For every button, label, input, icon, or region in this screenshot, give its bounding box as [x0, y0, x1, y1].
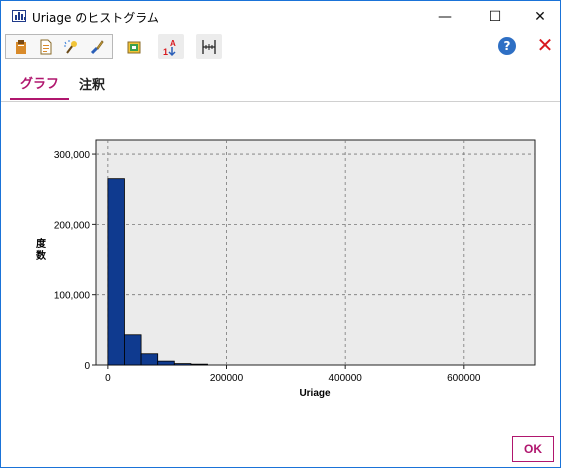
- x-axis-label: Uriage: [299, 388, 331, 399]
- y-tick-label: 300,000: [54, 150, 91, 161]
- tab-graph[interactable]: グラフ: [10, 67, 70, 100]
- x-tick-label: 600000: [447, 373, 481, 384]
- window-title: Uriage のヒストグラム: [32, 11, 159, 25]
- tab-bar: グラフ 注釈: [1, 67, 560, 102]
- svg-text:A: A: [170, 39, 176, 48]
- brush-icon[interactable]: [85, 35, 109, 59]
- edit-tool-group: [5, 34, 113, 59]
- help-icon[interactable]: ?: [498, 37, 516, 55]
- y-tick-label: 0: [84, 361, 90, 372]
- y-tick-label: 100,000: [54, 291, 91, 302]
- ok-button[interactable]: OK: [512, 436, 554, 462]
- x-tick-label: 400000: [328, 373, 362, 384]
- histogram-bar: [140, 353, 159, 366]
- x-tick-label: 0: [105, 373, 111, 384]
- y-tick-label: 200,000: [54, 220, 91, 231]
- tab-notes[interactable]: 注釈: [69, 67, 115, 100]
- x-tick-label: 200000: [210, 373, 244, 384]
- histogram-chart: 0 200000 400000 600000 0 100,000 200,000 300,00…: [36, 139, 536, 399]
- histogram-bar: [173, 363, 192, 366]
- delete-icon[interactable]: ✕: [534, 33, 556, 57]
- toolbar: A1: [1, 32, 560, 61]
- maximize-button[interactable]: ☐: [472, 1, 518, 32]
- document-icon[interactable]: [34, 35, 58, 59]
- histogram-bar: [157, 360, 175, 366]
- close-window-button[interactable]: ✕: [517, 1, 561, 32]
- histogram-bar: [107, 178, 125, 366]
- svg-text:1: 1: [163, 47, 168, 57]
- clean-icon[interactable]: [59, 35, 83, 59]
- histogram-bar: [124, 334, 142, 366]
- clipboard-icon[interactable]: [9, 35, 33, 59]
- plot-area: [95, 139, 536, 366]
- gallery-icon[interactable]: [121, 34, 147, 59]
- y-axis-label: 度数: [36, 237, 47, 262]
- title-bar: Uriage のヒストグラム — ☐ ✕: [1, 1, 560, 32]
- histogram-window: Uriage のヒストグラム — ☐ ✕ A1 ? ✕ グラフ 注釈 0 200…: [0, 0, 561, 468]
- chart-panel: 0 200000 400000 600000 0 100,000 200,000 300,00…: [1, 102, 560, 432]
- minimize-button[interactable]: —: [422, 1, 468, 32]
- chart-app-icon: [12, 10, 26, 22]
- histogram-bar: [190, 363, 208, 366]
- axis-icon[interactable]: [196, 34, 222, 59]
- sort-icon[interactable]: A1: [158, 34, 184, 59]
